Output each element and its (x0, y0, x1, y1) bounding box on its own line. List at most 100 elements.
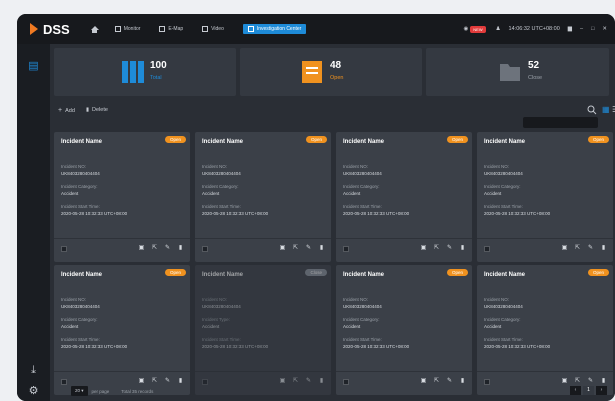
prev-page-icon[interactable]: ‹ (570, 386, 581, 395)
incident-card[interactable]: Incident Name Open Incident NO: UK840328040… (477, 132, 613, 262)
sidebar: ▤ ⤓ ⚙ (17, 44, 50, 401)
card-divider (336, 238, 472, 239)
app-logo[interactable]: DSS (30, 22, 70, 37)
sidebar-item-incidents-icon[interactable]: ▤ (27, 60, 40, 73)
incident-category-label: Incident Category: (202, 184, 239, 189)
incident-title: Incident Name (343, 139, 385, 145)
edit-icon[interactable]: ✎ (587, 244, 594, 251)
card-divider (336, 371, 472, 372)
status-badge: Open (587, 136, 609, 143)
edit-icon[interactable]: ✎ (164, 244, 171, 251)
incident-card[interactable]: Incident Name Open Incident NO: UK840328040… (54, 132, 190, 262)
incident-category-value: Accident (61, 191, 79, 196)
incident-card[interactable]: Incident Name Open Incident NO: UK840328040… (54, 265, 190, 395)
select-checkbox[interactable] (202, 246, 208, 252)
incident-no-value: UK8403280404404 (61, 171, 100, 176)
incident-start-value: 2020-05-28 10:32:33 UTC+08:00 (484, 211, 551, 216)
incident-no-value: UK8403280404404 (61, 304, 100, 309)
incident-card[interactable]: Incident Name Open Incident NO: UK840328040… (336, 132, 472, 262)
alarm-icon[interactable]: ◉ (463, 26, 468, 32)
top-right-controls: ◉ NEW ♟ 14:06:32 UTC+08:00 ▆ – □ ✕ (463, 14, 607, 44)
minimize-icon[interactable]: – (580, 26, 583, 32)
select-checkbox[interactable] (484, 246, 490, 252)
map-icon (159, 26, 166, 32)
edit-icon[interactable]: ✎ (446, 244, 453, 251)
incident-category-value: Accident (343, 324, 361, 329)
incident-card[interactable]: Incident Name Open Incident NO: UK840328040… (336, 265, 472, 395)
incident-start-label: Incident Start Time: (61, 337, 100, 342)
incident-category-value: Accident (202, 191, 220, 196)
trash-icon[interactable]: ▮ (318, 244, 325, 251)
search-input[interactable] (523, 117, 598, 128)
status-badge: Open (164, 136, 186, 143)
tab-emap[interactable]: E-Map (159, 26, 183, 32)
card-divider (54, 371, 190, 372)
tab-monitor[interactable]: Monitor (114, 26, 141, 32)
tab-monitor-label: Monitor (123, 26, 141, 32)
plus-icon: + (58, 107, 63, 114)
incident-start-value: 2020-05-28 10:32:33 UTC+08:00 (202, 211, 269, 216)
maximize-icon[interactable]: □ (591, 26, 594, 32)
report-icon[interactable]: ▣ (138, 244, 145, 251)
select-checkbox[interactable] (343, 246, 349, 252)
add-button[interactable]: + Add (58, 107, 75, 114)
share-icon[interactable]: ⇱ (433, 244, 440, 251)
incident-start-label: Incident Start Time: (484, 337, 523, 342)
incident-card[interactable]: Incident Name Open Incident NO: UK840328040… (195, 132, 331, 262)
stat-total: 100 Total (54, 48, 236, 96)
status-badge: Open (446, 136, 468, 143)
card-actions: ▣ ⇱ ✎ ▮ (138, 244, 184, 251)
status-badge: Open (446, 269, 468, 276)
card-divider (195, 238, 331, 239)
next-page-icon[interactable]: › (596, 386, 607, 395)
incident-no-value: UK8403280404404 (484, 304, 523, 309)
total-records: Total 35 records (121, 388, 154, 394)
incident-category-value: Accident (61, 324, 79, 329)
trash-icon[interactable]: ▮ (177, 244, 184, 251)
edit-icon[interactable]: ✎ (305, 244, 312, 251)
app-name: DSS (43, 21, 70, 37)
stat-close-label: Close (528, 75, 543, 81)
current-page[interactable]: 1 (583, 386, 594, 395)
incident-category-label: Incident Category: (343, 317, 380, 322)
card-actions: ▣ ⇱ ✎ ▮ (279, 244, 325, 251)
incident-card[interactable]: Incident Name Open Incident NO: UK840328040… (477, 265, 613, 395)
incident-start-label: Incident Start Time: (202, 337, 241, 342)
folder-closed-icon (500, 64, 520, 81)
download-icon[interactable]: ⤓ (27, 364, 40, 377)
monitor-icon (114, 26, 121, 32)
per-page-select[interactable]: 20 ▾ (71, 386, 88, 396)
home-icon[interactable] (90, 25, 99, 33)
share-icon[interactable]: ⇱ (151, 244, 158, 251)
incident-title: Incident Name (484, 139, 526, 145)
select-checkbox[interactable] (61, 246, 67, 252)
grid-view-icon[interactable]: ▦ (602, 105, 610, 114)
gear-icon[interactable]: ⚙ (27, 385, 40, 398)
user-icon[interactable]: ♟ (496, 26, 501, 32)
trash-icon[interactable]: ▮ (600, 244, 607, 251)
search-icon[interactable] (587, 105, 597, 115)
incident-no-label: Incident NO: (343, 297, 369, 302)
lock-icon[interactable]: ▆ (568, 26, 572, 32)
incident-no-label: Incident NO: (61, 164, 87, 169)
incident-start-value: 2020-05-28 10:32:33 UTC+08:00 (61, 344, 128, 349)
clock-text: 14:06:32 UTC+08:00 (508, 26, 560, 32)
trash-icon[interactable]: ▮ (459, 244, 466, 251)
report-icon[interactable]: ▣ (279, 244, 286, 251)
share-icon[interactable]: ⇱ (574, 244, 581, 251)
new-badge: NEW (470, 25, 486, 33)
incident-no-label: Incident NO: (202, 164, 228, 169)
incident-start-value: 2020-05-28 10:32:33 UTC+08:00 (61, 211, 128, 216)
close-icon[interactable]: ✕ (602, 26, 607, 32)
status-badge: Open (587, 269, 609, 276)
incident-card[interactable]: Incident Name Close Incident NO: UK84032804… (195, 265, 331, 395)
delete-button[interactable]: ▮ Delete (86, 107, 108, 113)
incident-no-value: UK8403280404404 (343, 171, 382, 176)
stat-open-label: Open (330, 75, 344, 81)
report-icon[interactable]: ▣ (561, 244, 568, 251)
report-icon[interactable]: ▣ (420, 244, 427, 251)
delete-label: Delete (92, 107, 108, 113)
tab-investigation-center[interactable]: Investigation Center (242, 24, 307, 34)
tab-video[interactable]: Video (202, 26, 224, 32)
share-icon[interactable]: ⇱ (292, 244, 299, 251)
